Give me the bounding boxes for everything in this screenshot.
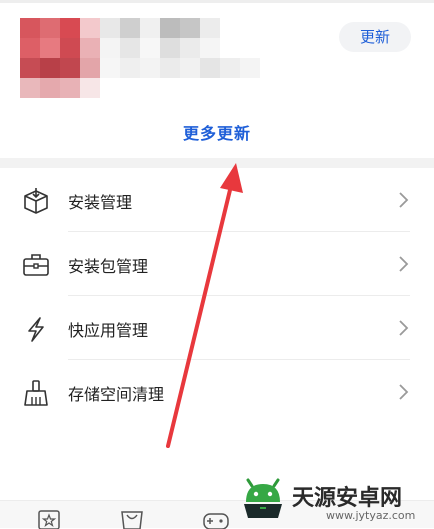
update-card: 更新 更多更新 — [0, 0, 434, 158]
menu-item-label: 安装包管理 — [68, 257, 149, 276]
briefcase-icon — [23, 254, 49, 276]
menu-item-label: 安装管理 — [68, 193, 133, 212]
watermark: 天源安卓网 www.jytyaz.com — [238, 472, 434, 527]
menu-item-storage-cleanup[interactable]: 存储空间清理 — [0, 360, 434, 424]
android-logo-icon — [244, 478, 282, 518]
menu-item-package-management[interactable]: 安装包管理 — [0, 232, 434, 296]
watermark-title: 天源安卓网 — [292, 486, 403, 511]
menu-item-label: 存储空间清理 — [68, 385, 165, 404]
menu-item-label: 快应用管理 — [68, 321, 149, 340]
lightning-icon — [28, 317, 44, 342]
more-updates-link[interactable]: 更多更新 — [0, 120, 434, 144]
gamepad-icon[interactable] — [202, 509, 230, 529]
menu-item-quick-app-management[interactable]: 快应用管理 — [0, 296, 434, 360]
chevron-right-icon — [399, 256, 409, 272]
watermark-url: www.jytyaz.com — [326, 509, 416, 522]
bag-icon[interactable] — [118, 509, 146, 529]
top-divider — [0, 0, 434, 3]
menu-item-install-management[interactable]: 安装管理 — [0, 168, 434, 232]
update-button[interactable]: 更新 — [339, 22, 411, 52]
section-separator — [0, 158, 434, 168]
broom-icon — [24, 380, 48, 406]
chevron-right-icon — [399, 384, 409, 400]
star-icon[interactable] — [35, 509, 63, 529]
package-box-icon — [24, 188, 48, 214]
chevron-right-icon — [399, 320, 409, 336]
chevron-right-icon — [399, 192, 409, 208]
manage-menu: 安装管理 安装包管理 快应用管理 存储空间清理 — [0, 168, 434, 424]
